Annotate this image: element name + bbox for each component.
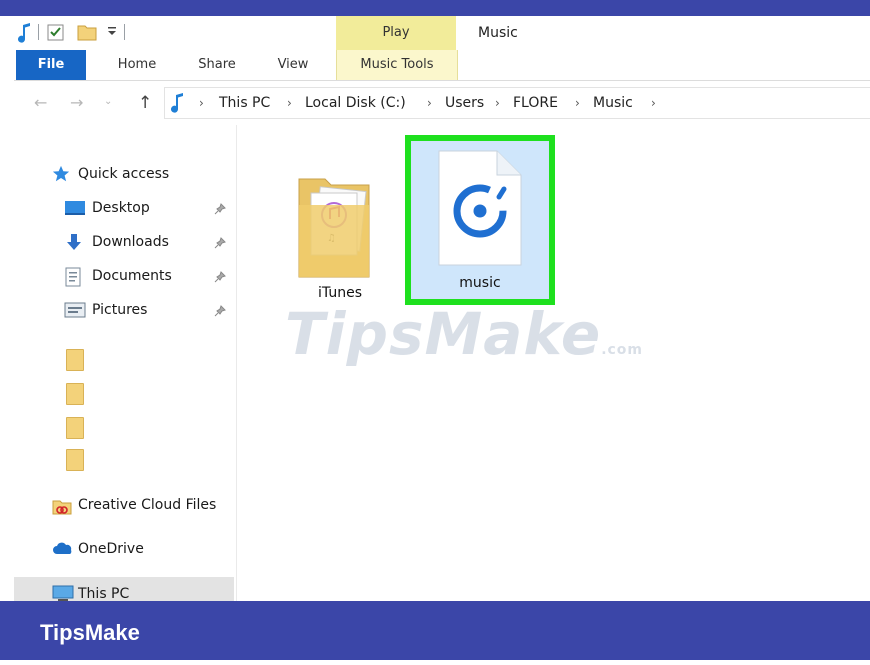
nav-label: This PC [78,586,130,601]
file-item-music-selected[interactable]: music [405,135,555,305]
nav-label: Pictures [92,302,148,318]
address-bar-row: ← → ⌄ ↑ › This PC › Local Disk (C:) › Us… [14,81,870,125]
music-note-app-icon[interactable] [18,22,34,43]
tab-music-tools[interactable]: Music Tools [336,50,458,80]
item-label: iTunes [318,285,362,301]
bottom-banner: TipsMake [0,601,870,660]
nav-item-onedrive[interactable]: OneDrive [14,534,236,564]
properties-checkbox-icon[interactable] [46,22,66,42]
breadcrumb-users[interactable]: Users [445,88,484,118]
chevron-right-icon: › [651,96,656,110]
customize-quick-access-icon[interactable] [106,23,118,43]
breadcrumb-local-disk[interactable]: Local Disk (C:) [305,88,406,118]
up-arrow-icon[interactable]: ↑ [138,93,152,113]
title-bar: Play Music [14,16,870,50]
nav-label: Downloads [92,234,169,250]
nav-item-downloads[interactable]: Downloads [14,227,236,257]
creative-cloud-folder-icon [52,496,72,515]
breadcrumb-flore[interactable]: FLORE [513,88,558,118]
folder-icon[interactable] [66,417,84,439]
onedrive-cloud-icon [52,540,72,558]
star-icon [52,165,72,183]
chevron-right-icon: › [575,96,580,110]
pin-icon[interactable] [214,200,228,215]
nav-quick-access[interactable]: Quick access [14,159,236,189]
nav-item-creative-cloud[interactable]: Creative Cloud Files [14,490,236,520]
chevron-right-icon: › [427,96,432,110]
pictures-icon [64,301,86,319]
nav-item-documents[interactable]: Documents [14,261,236,291]
window-title: Music [478,25,518,41]
pin-icon[interactable] [214,234,228,249]
divider [124,24,125,40]
folder-item-itunes[interactable]: ♫ iTunes [285,165,395,315]
folder-icon[interactable] [66,349,84,371]
nav-label: OneDrive [78,541,144,557]
back-arrow-icon[interactable]: ← [34,93,47,112]
pin-icon[interactable] [214,268,228,283]
chevron-right-icon: › [287,96,292,110]
divider [38,24,39,40]
nav-label: Desktop [92,200,150,216]
item-label: music [459,275,501,291]
tab-view[interactable]: View [258,50,328,80]
breadcrumb-music[interactable]: Music [593,88,633,118]
navigation-pane: Quick access Desktop Downloads Documents… [14,125,237,601]
new-folder-icon[interactable] [76,22,98,42]
downloads-icon [64,233,84,251]
nav-item-desktop[interactable]: Desktop [14,193,236,223]
breadcrumb-this-pc[interactable]: This PC [219,88,270,118]
address-box[interactable]: › This PC › Local Disk (C:) › Users › FL… [164,87,870,119]
nav-label: Quick access [78,166,170,182]
folder-icon[interactable] [66,383,84,405]
forward-arrow-icon[interactable]: → [70,93,83,112]
nav-item-this-pc[interactable]: This PC [14,577,234,601]
documents-icon [64,267,84,287]
groove-music-file-icon [435,149,525,271]
desktop-icon [64,199,85,217]
tab-file[interactable]: File [16,50,86,80]
itunes-folder-icon: ♫ [295,165,385,287]
folder-icon[interactable] [66,449,84,471]
chevron-right-icon: › [199,96,204,110]
nav-item-pictures[interactable]: Pictures [14,295,236,325]
banner-brand-text: TipsMake [40,620,140,645]
ribbon-tab-row: File Home Share View Music Tools [14,50,870,81]
pin-icon[interactable] [214,302,228,317]
frame-top-bar [0,0,870,16]
tab-home[interactable]: Home [102,50,172,80]
music-note-icon [171,92,187,118]
chevron-right-icon: › [495,96,500,110]
tab-share[interactable]: Share [182,50,252,80]
play-contextual-tab[interactable]: Play [336,16,456,50]
watermark-logo: TipsMake.com [285,300,644,368]
nav-label: Documents [92,268,172,284]
recent-locations-chevron-icon[interactable]: ⌄ [104,96,112,107]
nav-label: Creative Cloud Files [78,497,217,513]
computer-icon [52,585,74,601]
